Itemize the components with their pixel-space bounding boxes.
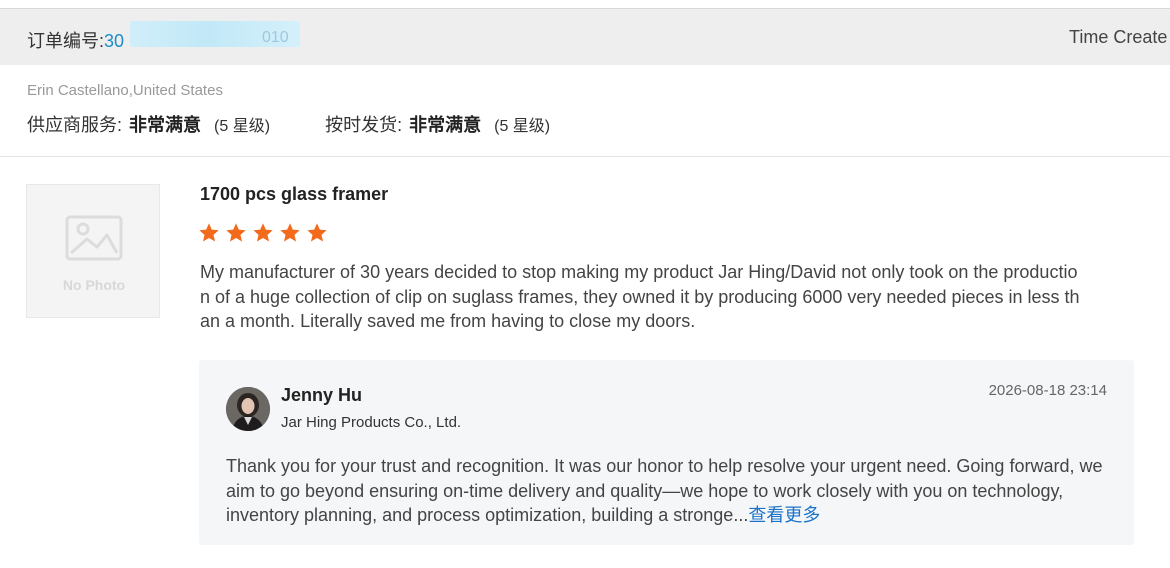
rating-on-time-delivery: 按时发货: 非常满意 (5 星级) [325,111,550,137]
star-rating [198,222,328,244]
order-header-bar: 订单编号:30 010 Time Create [0,9,1170,65]
order-number: 订单编号:30 [27,27,124,53]
replier-company: Jar Hing Products Co., Ltd. [281,414,462,431]
reply-body: Thank you for your trust and recognition… [226,456,1103,525]
see-more-link[interactable]: 查看更多 [748,505,820,525]
image-placeholder-icon [65,215,123,261]
time-created-label: Time Create [1069,27,1168,47]
supplier-reply: Jenny Hu Jar Hing Products Co., Ltd. 202… [199,360,1134,545]
avatar-image [226,387,270,431]
section-divider [0,156,1170,157]
rating-value: 非常满意 [129,115,202,135]
order-number-suffix: 010 [262,29,289,46]
no-photo-text: No Photo [62,277,126,293]
reply-text: Thank you for your trust and recognition… [226,454,1106,528]
star-icon [199,223,219,242]
product-photo-placeholder: No Photo [26,184,160,318]
rating-label: 按时发货: [325,115,403,135]
star-icon [280,223,300,242]
star-icon [253,223,273,242]
order-number-value[interactable]: 30 [104,31,124,51]
avatar [226,387,270,431]
star-icon [226,223,246,242]
rating-stars-text: (5 星级) [214,118,271,135]
reply-date: 2026-08-18 23:14 [988,382,1107,399]
buyer-name-country: Erin Castellano,United States [27,82,223,99]
order-number-label: 订单编号: [27,31,105,51]
review-text: My manufacturer of 30 years decided to s… [200,262,1080,331]
rating-stars-text: (5 星级) [494,118,551,135]
supplier-ratings: 供应商服务: 非常满意 (5 星级) 按时发货: 非常满意 (5 星级) [27,111,600,137]
rating-value: 非常满意 [409,115,482,135]
star-icon [307,223,327,242]
rating-supplier-service: 供应商服务: 非常满意 (5 星级) [27,111,270,137]
product-title: 1700 pcs glass framer [200,184,389,204]
rating-label: 供应商服务: [27,115,123,135]
replier-name: Jenny Hu [281,385,363,405]
